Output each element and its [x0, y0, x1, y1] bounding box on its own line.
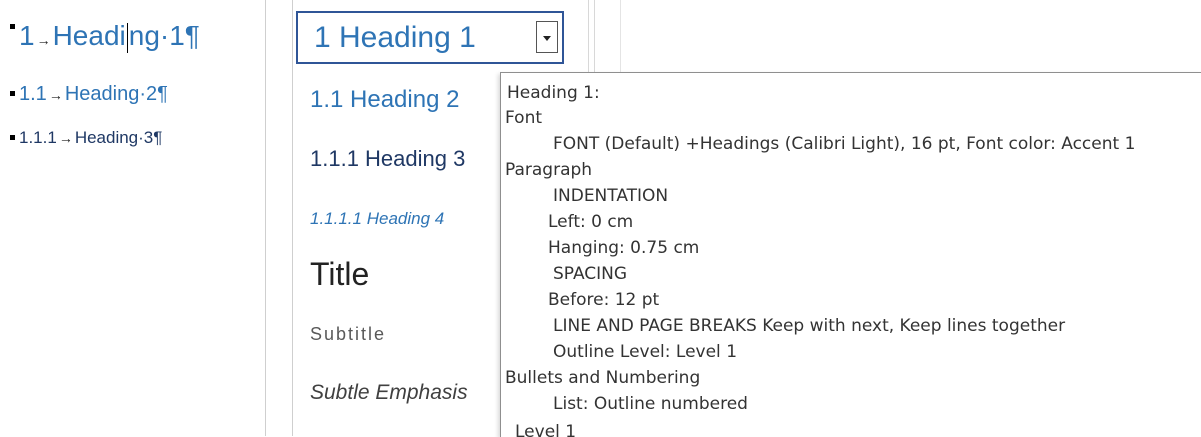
- style-selector[interactable]: 1 Heading 1: [296, 11, 564, 64]
- tooltip-spacing-heading: SPACING: [553, 264, 628, 284]
- tooltip-indent-hanging: Hanging: 0.75 cm: [548, 238, 700, 258]
- style-item-subtle-emphasis[interactable]: Subtle Emphasis: [310, 381, 468, 405]
- tooltip-title: Heading 1:: [507, 83, 600, 103]
- style-description-tooltip: Heading 1: Font FONT (Default) +Headings…: [500, 72, 1201, 437]
- style-item-subtitle[interactable]: Subtitle: [310, 324, 386, 345]
- selected-style-label: 1 Heading 1: [314, 21, 476, 54]
- tooltip-indent-left: Left: 0 cm: [548, 212, 634, 232]
- divider: [265, 0, 266, 436]
- text-cursor: [126, 22, 128, 53]
- tooltip-line-page-breaks: LINE AND PAGE BREAKS Keep with next, Kee…: [553, 316, 1066, 336]
- document-area[interactable]: 1 →Headi ng·1¶ 1.1 → Heading·2¶ 1.1.1 → Headin…: [0, 0, 262, 436]
- tooltip-font-detail: FONT (Default) +Headings (Calibri Light)…: [553, 134, 1136, 154]
- chevron-down-icon[interactable]: [536, 21, 558, 53]
- tab-arrow-icon: →: [36, 32, 51, 48]
- tooltip-level: Level 1: [515, 422, 577, 437]
- tab-arrow-icon: →: [48, 87, 63, 103]
- tooltip-list-type: List: Outline numbered: [553, 394, 748, 414]
- style-item-heading-3[interactable]: 1.1.1 Heading 3: [310, 146, 465, 172]
- tab-arrow-icon: →: [58, 130, 73, 146]
- pilcrow-icon: ¶: [184, 20, 200, 51]
- divider: [292, 0, 293, 436]
- paragraph-mark-bullet: [10, 91, 15, 96]
- heading-1-text-a: Headi: [52, 20, 126, 51]
- heading-2-number: 1.1: [19, 83, 47, 105]
- heading-3-line[interactable]: 1.1.1 → Heading·3¶: [10, 128, 162, 148]
- heading-1-line[interactable]: 1 →Headi ng·1¶: [10, 20, 200, 53]
- tooltip-section-paragraph: Paragraph: [505, 160, 593, 180]
- paragraph-mark-bullet: [10, 135, 15, 140]
- heading-1-text-b: ng·1: [128, 20, 185, 51]
- style-item-heading-2[interactable]: 1.1 Heading 2: [310, 86, 459, 114]
- heading-2-line[interactable]: 1.1 → Heading·2¶: [10, 83, 168, 106]
- tooltip-section-bullets: Bullets and Numbering: [505, 368, 701, 388]
- style-item-heading-4[interactable]: 1.1.1.1 Heading 4: [310, 209, 444, 229]
- tooltip-outline-level: Outline Level: Level 1: [553, 342, 738, 362]
- pilcrow-icon: ¶: [153, 128, 163, 147]
- style-item-title[interactable]: Title: [310, 256, 369, 293]
- tooltip-section-font: Font: [505, 108, 543, 128]
- pilcrow-icon: ¶: [157, 83, 168, 105]
- paragraph-mark-bullet: [10, 24, 15, 29]
- tooltip-spacing-before: Before: 12 pt: [548, 290, 660, 310]
- heading-1-number: 1: [19, 20, 35, 51]
- heading-2-text: Heading·2: [64, 83, 158, 105]
- heading-3-text: Heading·3: [74, 128, 154, 147]
- tooltip-indentation-heading: INDENTATION: [553, 186, 669, 206]
- heading-3-number: 1.1.1: [19, 128, 57, 147]
